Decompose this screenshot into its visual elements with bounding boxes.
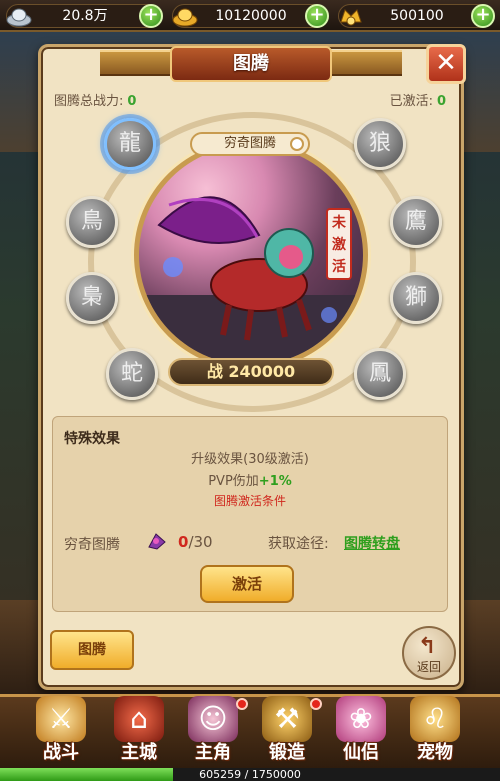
totem-power: 战 240000	[168, 358, 334, 386]
activated-label: 已激活:	[389, 94, 433, 109]
activated-stat: 已激活: 0	[390, 90, 446, 109]
totem-slot-lion[interactable]: 獅	[390, 272, 442, 324]
gold-value: 10120000	[215, 8, 287, 24]
pvp-label: PVP伤加	[208, 474, 259, 489]
panel-title: 图腾	[170, 46, 332, 82]
obtain-link[interactable]: 图腾转盘	[344, 533, 400, 553]
pvp-value: +1%	[258, 474, 292, 489]
nav-fairy-label: 仙侣	[343, 742, 379, 763]
eagle-icon: 鷹	[404, 209, 427, 234]
info-dot-icon[interactable]	[290, 137, 304, 151]
total-power-stat: 图腾总战力: 0	[54, 90, 136, 109]
activated-value: 0	[436, 94, 446, 109]
effect-pvp-line: PVP伤加+1%	[52, 470, 448, 489]
phoenix-icon: 鳳	[368, 361, 391, 386]
activate-button[interactable]: 激活	[200, 565, 294, 603]
castle-icon: ⌂	[114, 696, 164, 742]
add-gold-button[interactable]: +	[305, 4, 329, 28]
silver-ingot-icon	[6, 8, 32, 27]
material-label: 穷奇图腾	[64, 537, 120, 553]
silver-resource: 20.8万 +	[6, 4, 163, 28]
silver-value: 20.8万	[62, 8, 108, 24]
totem-fragment-icon	[148, 533, 166, 550]
fairy-icon: ❀	[336, 696, 386, 742]
nav-forge-label: 锻造	[269, 742, 305, 763]
add-silver-button[interactable]: +	[139, 4, 163, 28]
totem-slot-owl[interactable]: 梟	[66, 272, 118, 324]
total-power-label: 图腾总战力:	[54, 94, 124, 109]
gem-resource: 500100 +	[338, 4, 495, 28]
nav-battle[interactable]: ⚔ 战斗	[26, 696, 96, 766]
totem-name-tag: 穷奇图腾	[190, 132, 310, 156]
material-count: 0/30	[178, 533, 213, 551]
material-total: /30	[188, 533, 213, 551]
total-power-value: 0	[127, 94, 137, 109]
add-gem-button[interactable]: +	[471, 4, 495, 28]
tab-totem[interactable]: 图腾	[50, 630, 134, 670]
owl-icon: 梟	[80, 285, 103, 310]
back-label: 返回	[416, 660, 441, 674]
nav-city[interactable]: ⌂ 主城	[104, 696, 174, 766]
lion-icon: 獅	[404, 285, 427, 310]
gem-value: 500100	[390, 8, 444, 24]
totem-slot-eagle[interactable]: 鷹	[390, 196, 442, 248]
dragon-icon: 龍	[118, 131, 141, 156]
obtain-label: 获取途径:	[268, 536, 329, 552]
effect-upgrade-line: 升级效果(30级激活)	[191, 452, 309, 467]
sword-icon: ⚔	[36, 696, 86, 742]
exp-text: 605259 / 1750000	[199, 768, 301, 781]
effect-title: 特殊效果	[64, 431, 120, 447]
back-button[interactable]: ↰ 返回	[402, 626, 456, 680]
hero-icon: ☺	[188, 696, 238, 742]
gold-ingot-icon	[172, 8, 198, 27]
forge-notice-dot	[310, 698, 322, 710]
activation-condition: 图腾激活条件	[213, 494, 286, 508]
totem-name: 穷奇图腾	[223, 136, 276, 151]
nav-city-label: 主城	[121, 742, 157, 763]
inactive-seal: 未激活	[326, 208, 352, 280]
close-button[interactable]: ✕	[426, 44, 466, 84]
bird-icon: 鳥	[80, 209, 103, 234]
gold-resource: 10120000 +	[172, 4, 329, 28]
totem-slot-bird[interactable]: 鳥	[66, 196, 118, 248]
exp-bar: 605259 / 1750000	[0, 768, 500, 781]
nav-pet-label: 宠物	[417, 742, 453, 763]
treasure-icon	[340, 9, 362, 26]
material-current: 0	[178, 533, 189, 551]
back-arrow-icon: ↰	[418, 634, 437, 659]
nav-fairy[interactable]: ❀ 仙侣	[326, 696, 396, 766]
resource-bar: 20.8万 + 10120000 + 500100 +	[0, 0, 500, 32]
nav-battle-label: 战斗	[43, 742, 79, 763]
hero-notice-dot	[236, 698, 248, 710]
lion-pet-icon: ♌	[410, 696, 460, 742]
hammer-icon: ⚒	[262, 696, 312, 742]
wolf-icon: 狼	[368, 131, 391, 156]
nav-pet[interactable]: ♌ 宠物	[400, 696, 470, 766]
nav-hero-label: 主角	[195, 742, 231, 763]
